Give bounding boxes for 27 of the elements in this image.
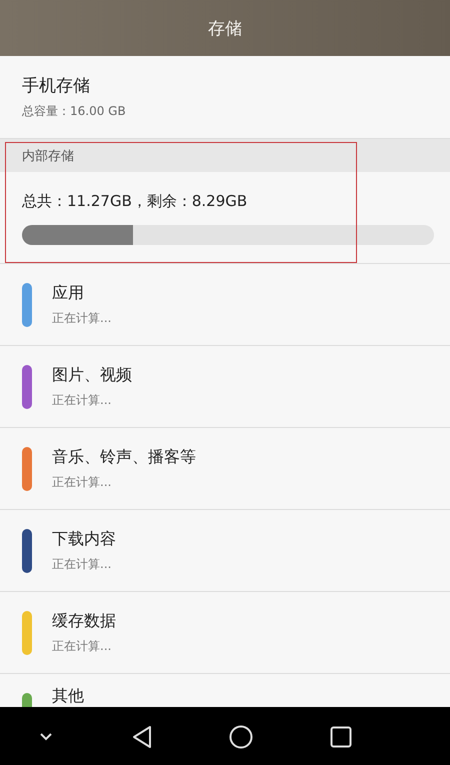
home-icon[interactable] xyxy=(229,725,254,749)
item-title: 手机存储 xyxy=(22,75,91,97)
recent-apps-icon[interactable] xyxy=(330,726,352,748)
phone-storage-item[interactable]: 手机存储 总容量：16.00 GB xyxy=(0,56,450,138)
category-item[interactable]: 下载内容 正在计算... xyxy=(0,510,450,592)
chevron-down-icon[interactable] xyxy=(38,731,54,743)
category-item[interactable]: 其他 xyxy=(0,674,450,707)
category-status: 正在计算... xyxy=(52,638,112,654)
category-status: 正在计算... xyxy=(52,392,112,408)
category-name: 应用 xyxy=(52,282,85,304)
category-item[interactable]: 应用 正在计算... xyxy=(0,264,450,346)
category-item[interactable]: 图片、视频 正在计算... xyxy=(0,346,450,428)
storage-summary: 总共：11.27GB，剩余：8.29GB xyxy=(22,192,248,211)
category-name: 其他 xyxy=(52,686,84,707)
screen-title: 存储 xyxy=(208,18,242,40)
category-item[interactable]: 音乐、铃声、播客等 正在计算... xyxy=(0,428,450,510)
item-subtitle: 总容量：16.00 GB xyxy=(22,103,127,120)
category-name: 图片、视频 xyxy=(52,364,132,386)
category-item[interactable]: 缓存数据 正在计算... xyxy=(0,592,450,674)
back-icon[interactable] xyxy=(130,725,153,749)
category-status: 正在计算... xyxy=(52,556,112,572)
category-status: 正在计算... xyxy=(52,474,112,490)
category-status: 正在计算... xyxy=(52,310,112,326)
category-name: 缓存数据 xyxy=(52,610,116,632)
category-name: 下载内容 xyxy=(52,528,116,550)
category-name: 音乐、铃声、播客等 xyxy=(52,446,196,468)
section-title: 内部存储 xyxy=(22,148,74,164)
